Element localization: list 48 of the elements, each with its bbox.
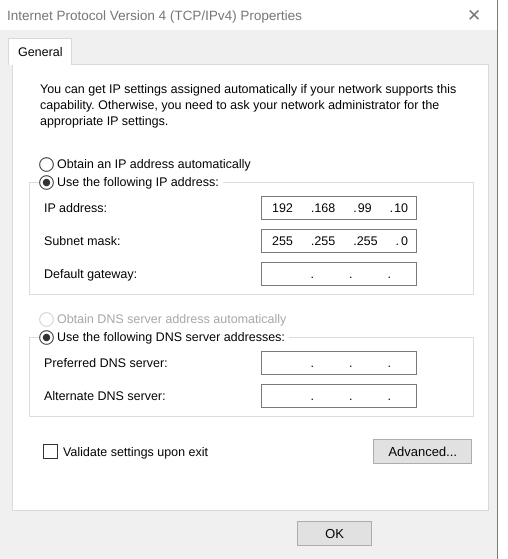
- field-label: Preferred DNS server:: [44, 356, 168, 370]
- octet-text: 99: [358, 200, 373, 214]
- separator-dot: .: [396, 234, 400, 248]
- octet-text: 168: [314, 200, 336, 214]
- ok-button[interactable]: OK: [297, 521, 372, 546]
- close-icon[interactable]: ✕: [459, 4, 489, 26]
- field-label: Subnet mask:: [44, 234, 120, 248]
- separator-dot: .: [310, 356, 314, 370]
- tab[interactable]: General: [8, 38, 72, 65]
- octet-text: 192: [272, 200, 294, 214]
- checkbox-label: Validate settings upon exit: [63, 444, 208, 458]
- octet-text: 255: [356, 234, 379, 248]
- separator-dot: .: [390, 200, 394, 214]
- separator-dot: .: [349, 356, 352, 370]
- ip-address-field[interactable]: . . .: [261, 350, 417, 374]
- radio-button[interactable]: [39, 174, 54, 190]
- separator-dot: .: [310, 266, 314, 280]
- ip-address-field[interactable]: 255 .255 .255 . 0: [261, 228, 417, 252]
- separator-dot: .: [388, 388, 391, 402]
- separator-dot: .: [353, 234, 357, 248]
- ip-address-field[interactable]: . . .: [261, 262, 417, 286]
- separator-dot: .: [388, 266, 391, 280]
- radio-button[interactable]: [39, 156, 54, 172]
- separator-dot: .: [353, 200, 357, 214]
- octet-text: 255: [314, 234, 336, 248]
- window-title: Internet Protocol Version 4 (TCP/IPv4) Properties: [7, 8, 302, 22]
- advanced-button[interactable]: Advanced...: [373, 439, 472, 464]
- ip-address-field[interactable]: . . .: [261, 384, 417, 408]
- checkbox[interactable]: [43, 444, 58, 459]
- description-text: You can get IP settings assigned automatically if your network supports this capability. Otherwise, you need to ask your network administrator for the appropriate IP settings.: [40, 81, 458, 129]
- field-label: IP address:: [44, 200, 108, 214]
- radio-label: Obtain an IP address automatically: [57, 157, 251, 171]
- separator-dot: .: [349, 388, 352, 402]
- octet-text: 10: [394, 200, 409, 214]
- ip-address-field[interactable]: 192 .168 .99 .10: [261, 196, 417, 220]
- octet-text: 255: [272, 234, 294, 248]
- octet-text: 0: [401, 234, 409, 248]
- radio-button[interactable]: [39, 330, 54, 344]
- separator-dot: .: [310, 388, 314, 402]
- field-label: Default gateway:: [44, 266, 138, 280]
- radio-label: Use the following IP address:: [57, 175, 219, 189]
- separator-dot: .: [310, 234, 314, 248]
- separator-dot: .: [310, 200, 314, 214]
- separator-dot: .: [349, 266, 352, 280]
- radio-label: Use the following DNS server addresses:: [57, 330, 285, 344]
- radio-label: Obtain DNS server address automatically: [57, 312, 286, 326]
- field-label: Alternate DNS server:: [44, 388, 166, 402]
- separator-dot: .: [388, 356, 391, 370]
